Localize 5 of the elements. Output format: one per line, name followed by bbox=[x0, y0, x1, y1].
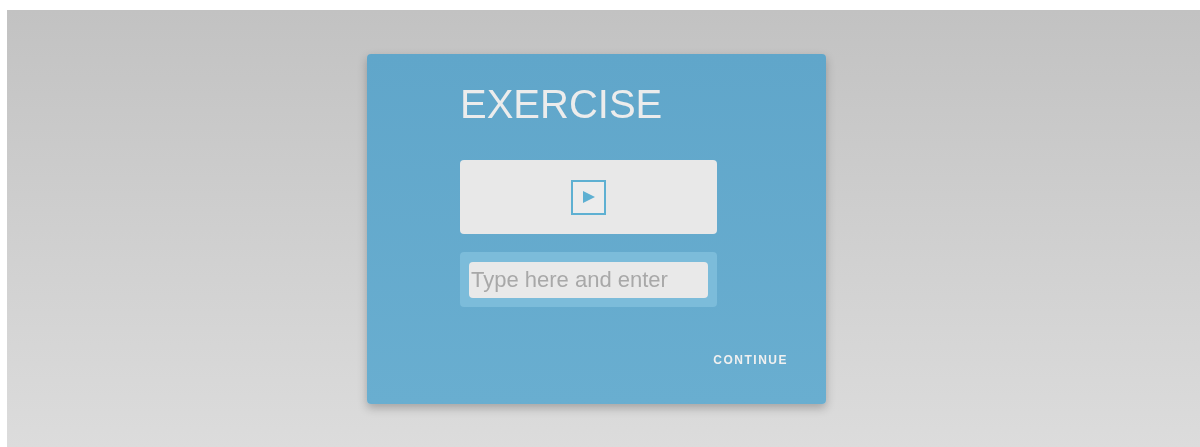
play-icon bbox=[581, 190, 596, 204]
exercise-title: EXERCISE bbox=[460, 84, 663, 124]
answer-field[interactable]: Type here and enter bbox=[469, 262, 708, 298]
continue-button[interactable]: CONTINUE bbox=[713, 353, 788, 367]
play-button[interactable] bbox=[571, 179, 606, 215]
